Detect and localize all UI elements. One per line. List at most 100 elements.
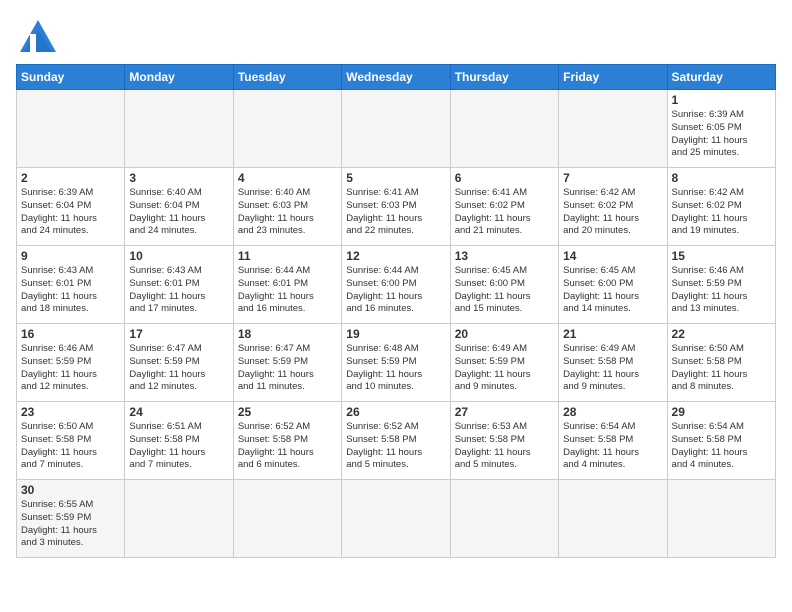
calendar-cell [559, 90, 667, 168]
day-number: 30 [21, 483, 120, 497]
day-number: 28 [563, 405, 662, 419]
day-number: 19 [346, 327, 445, 341]
calendar-cell: 16 Sunrise: 6:46 AM Sunset: 5:59 PM Dayli… [17, 324, 125, 402]
calendar-cell: 3 Sunrise: 6:40 AM Sunset: 6:04 PM Daylig… [125, 168, 233, 246]
day-number: 14 [563, 249, 662, 263]
day-info: Sunrise: 6:45 AM Sunset: 6:00 PM Dayligh… [563, 265, 662, 316]
day-number: 4 [238, 171, 337, 185]
day-info: Sunrise: 6:50 AM Sunset: 5:58 PM Dayligh… [672, 343, 771, 394]
day-info: Sunrise: 6:45 AM Sunset: 6:00 PM Dayligh… [455, 265, 554, 316]
calendar-cell: 21 Sunrise: 6:49 AM Sunset: 5:58 PM Dayli… [559, 324, 667, 402]
day-number: 20 [455, 327, 554, 341]
day-info: Sunrise: 6:41 AM Sunset: 6:03 PM Dayligh… [346, 187, 445, 238]
day-number: 1 [672, 93, 771, 107]
day-number: 22 [672, 327, 771, 341]
calendar-cell [233, 480, 341, 558]
day-number: 7 [563, 171, 662, 185]
calendar-cell [17, 90, 125, 168]
calendar-cell: 24Sunrise: 6:51 AM Sunset: 5:58 PM Dayli… [125, 402, 233, 480]
day-number: 3 [129, 171, 228, 185]
day-number: 8 [672, 171, 771, 185]
day-info: Sunrise: 6:50 AM Sunset: 5:58 PM Dayligh… [21, 421, 120, 472]
day-number: 13 [455, 249, 554, 263]
calendar-cell: 27Sunrise: 6:53 AM Sunset: 5:58 PM Dayli… [450, 402, 558, 480]
day-number: 17 [129, 327, 228, 341]
calendar-cell: 22 Sunrise: 6:50 AM Sunset: 5:58 PM Dayli… [667, 324, 775, 402]
calendar-cell: 7 Sunrise: 6:42 AM Sunset: 6:02 PM Daylig… [559, 168, 667, 246]
day-info: Sunrise: 6:44 AM Sunset: 6:00 PM Dayligh… [346, 265, 445, 316]
day-number: 21 [563, 327, 662, 341]
calendar-cell: 14 Sunrise: 6:45 AM Sunset: 6:00 PM Dayli… [559, 246, 667, 324]
day-number: 15 [672, 249, 771, 263]
day-info: Sunrise: 6:40 AM Sunset: 6:04 PM Dayligh… [129, 187, 228, 238]
calendar-cell [450, 90, 558, 168]
calendar-cell: 4 Sunrise: 6:40 AM Sunset: 6:03 PM Daylig… [233, 168, 341, 246]
calendar-cell: 25Sunrise: 6:52 AM Sunset: 5:58 PM Dayli… [233, 402, 341, 480]
day-number: 16 [21, 327, 120, 341]
calendar-cell [667, 480, 775, 558]
day-number: 9 [21, 249, 120, 263]
day-info: Sunrise: 6:46 AM Sunset: 5:59 PM Dayligh… [21, 343, 120, 394]
day-number: 18 [238, 327, 337, 341]
page-header [16, 16, 776, 56]
day-number: 10 [129, 249, 228, 263]
day-info: Sunrise: 6:39 AM Sunset: 6:04 PM Dayligh… [21, 187, 120, 238]
calendar-table: SundayMondayTuesdayWednesdayThursdayFrid… [16, 64, 776, 558]
day-info: Sunrise: 6:52 AM Sunset: 5:58 PM Dayligh… [238, 421, 337, 472]
calendar-cell: 15 Sunrise: 6:46 AM Sunset: 5:59 PM Dayli… [667, 246, 775, 324]
calendar-cell: 20 Sunrise: 6:49 AM Sunset: 5:59 PM Dayli… [450, 324, 558, 402]
day-number: 5 [346, 171, 445, 185]
calendar-cell [450, 480, 558, 558]
day-info: Sunrise: 6:49 AM Sunset: 5:59 PM Dayligh… [455, 343, 554, 394]
calendar-cell [559, 480, 667, 558]
calendar-cell: 11Sunrise: 6:44 AM Sunset: 6:01 PM Dayli… [233, 246, 341, 324]
day-info: Sunrise: 6:48 AM Sunset: 5:59 PM Dayligh… [346, 343, 445, 394]
day-info: Sunrise: 6:47 AM Sunset: 5:59 PM Dayligh… [129, 343, 228, 394]
calendar-cell [342, 90, 450, 168]
day-number: 6 [455, 171, 554, 185]
calendar-cell: 17 Sunrise: 6:47 AM Sunset: 5:59 PM Dayli… [125, 324, 233, 402]
day-info: Sunrise: 6:46 AM Sunset: 5:59 PM Dayligh… [672, 265, 771, 316]
calendar-cell: 26Sunrise: 6:52 AM Sunset: 5:58 PM Dayli… [342, 402, 450, 480]
calendar-cell [342, 480, 450, 558]
logo [16, 16, 64, 56]
calendar-cell: 12 Sunrise: 6:44 AM Sunset: 6:00 PM Dayli… [342, 246, 450, 324]
day-info: Sunrise: 6:52 AM Sunset: 5:58 PM Dayligh… [346, 421, 445, 472]
calendar-cell [125, 480, 233, 558]
calendar-cell: 8 Sunrise: 6:42 AM Sunset: 6:02 PM Daylig… [667, 168, 775, 246]
dow-thursday: Thursday [450, 65, 558, 90]
day-number: 27 [455, 405, 554, 419]
dow-saturday: Saturday [667, 65, 775, 90]
day-info: Sunrise: 6:43 AM Sunset: 6:01 PM Dayligh… [21, 265, 120, 316]
calendar-cell: 5 Sunrise: 6:41 AM Sunset: 6:03 PM Daylig… [342, 168, 450, 246]
calendar-cell: 1 Sunrise: 6:39 AM Sunset: 6:05 PM Daylig… [667, 90, 775, 168]
day-info: Sunrise: 6:40 AM Sunset: 6:03 PM Dayligh… [238, 187, 337, 238]
dow-wednesday: Wednesday [342, 65, 450, 90]
day-number: 11 [238, 249, 337, 263]
day-number: 12 [346, 249, 445, 263]
day-info: Sunrise: 6:43 AM Sunset: 6:01 PM Dayligh… [129, 265, 228, 316]
day-info: Sunrise: 6:55 AM Sunset: 5:59 PM Dayligh… [21, 499, 120, 550]
calendar-cell: 28Sunrise: 6:54 AM Sunset: 5:58 PM Dayli… [559, 402, 667, 480]
calendar-cell: 29Sunrise: 6:54 AM Sunset: 5:58 PM Dayli… [667, 402, 775, 480]
day-info: Sunrise: 6:39 AM Sunset: 6:05 PM Dayligh… [672, 109, 771, 160]
calendar-cell: 6 Sunrise: 6:41 AM Sunset: 6:02 PM Daylig… [450, 168, 558, 246]
calendar-cell: 23 Sunrise: 6:50 AM Sunset: 5:58 PM Dayli… [17, 402, 125, 480]
calendar-cell: 9 Sunrise: 6:43 AM Sunset: 6:01 PM Daylig… [17, 246, 125, 324]
dow-friday: Friday [559, 65, 667, 90]
dow-monday: Monday [125, 65, 233, 90]
calendar-cell: 10 Sunrise: 6:43 AM Sunset: 6:01 PM Dayli… [125, 246, 233, 324]
day-info: Sunrise: 6:51 AM Sunset: 5:58 PM Dayligh… [129, 421, 228, 472]
calendar-cell: 13 Sunrise: 6:45 AM Sunset: 6:00 PM Dayli… [450, 246, 558, 324]
day-info: Sunrise: 6:42 AM Sunset: 6:02 PM Dayligh… [563, 187, 662, 238]
day-info: Sunrise: 6:41 AM Sunset: 6:02 PM Dayligh… [455, 187, 554, 238]
day-number: 23 [21, 405, 120, 419]
calendar-cell: 30 Sunrise: 6:55 AM Sunset: 5:59 PM Dayli… [17, 480, 125, 558]
calendar-cell: 18Sunrise: 6:47 AM Sunset: 5:59 PM Dayli… [233, 324, 341, 402]
day-info: Sunrise: 6:42 AM Sunset: 6:02 PM Dayligh… [672, 187, 771, 238]
dow-sunday: Sunday [17, 65, 125, 90]
dow-tuesday: Tuesday [233, 65, 341, 90]
day-info: Sunrise: 6:49 AM Sunset: 5:58 PM Dayligh… [563, 343, 662, 394]
calendar-cell: 2Sunrise: 6:39 AM Sunset: 6:04 PM Daylig… [17, 168, 125, 246]
day-info: Sunrise: 6:54 AM Sunset: 5:58 PM Dayligh… [672, 421, 771, 472]
